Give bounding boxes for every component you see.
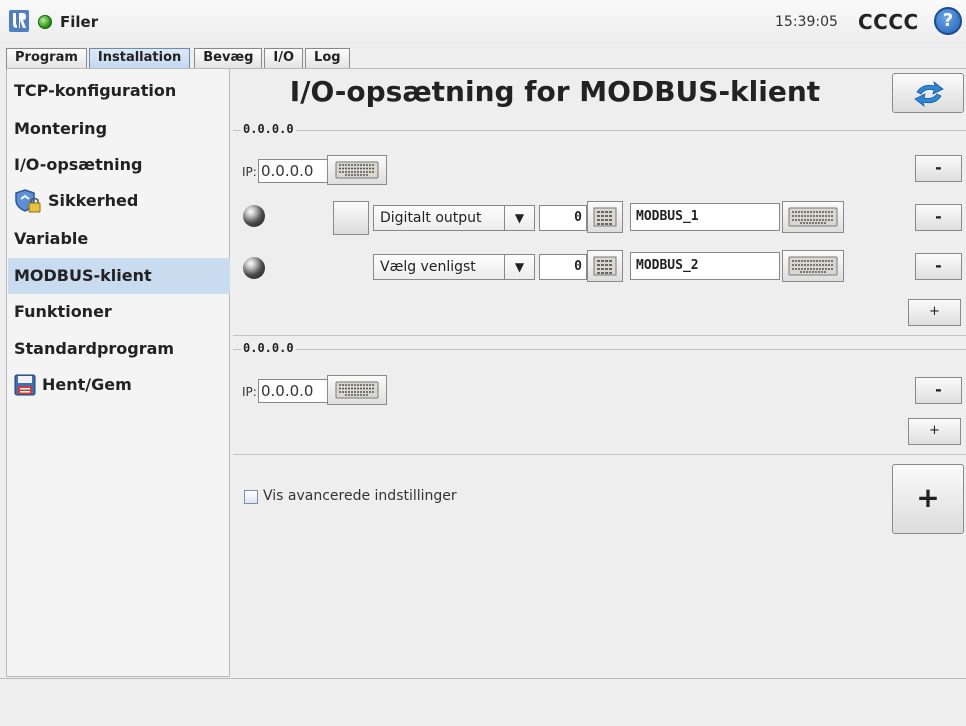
remove-unit-button[interactable]: - — [915, 377, 962, 404]
sidebar-item-modbus[interactable]: MODBUS-klient — [8, 258, 230, 294]
advanced-settings-checkbox[interactable] — [244, 490, 258, 504]
sidebar-item-default-program[interactable]: Standardprogram — [8, 331, 230, 367]
unit-legend: 0.0.0.0 — [241, 341, 296, 355]
sidebar-item-io-setup[interactable]: I/O-opsætning — [8, 147, 230, 183]
tab-program[interactable]: Program — [6, 48, 87, 68]
shield-lock-icon — [15, 189, 41, 213]
sidebar-item-label: Sikkerhed — [48, 191, 139, 210]
robot-name: CCCC — [858, 10, 919, 34]
ip-label: IP: — [242, 165, 257, 179]
sidebar-item-load-save[interactable]: Hent/Gem — [8, 367, 230, 403]
sidebar-item-label: Montering — [14, 119, 108, 138]
modbus-unit-1: 0.0.0.0 IP: 0.0.0.0 - Digitalt output ▼ … — [233, 122, 966, 336]
signal-type-value: Vælg venligst — [380, 259, 476, 275]
sidebar-item-label: Funktioner — [14, 302, 112, 321]
signal-address-input[interactable]: 0 — [539, 205, 587, 231]
sidebar-item-safety[interactable]: Sikkerhed — [8, 183, 230, 219]
page-title: I/O-opsætning for MODBUS-klient — [289, 75, 821, 108]
signal-name-input[interactable]: MODBUS_1 — [630, 203, 780, 231]
address-keypad-button[interactable] — [587, 250, 623, 282]
ip-keyboard-button[interactable] — [327, 155, 387, 185]
signal-status-led-icon — [243, 257, 265, 279]
ur-logo-icon — [9, 10, 29, 32]
installation-sidebar: TCP-konfiguration Montering I/O-opsætnin… — [6, 68, 230, 677]
sidebar-item-variables[interactable]: Variable — [8, 221, 230, 257]
app-window: Filer 15:39:05 CCCC ? Program Installati… — [0, 0, 966, 726]
remove-unit-button[interactable]: - — [915, 155, 962, 182]
sidebar-item-label: Hent/Gem — [42, 375, 132, 394]
keypad-icon — [593, 256, 617, 276]
remove-signal-button[interactable]: - — [915, 253, 962, 280]
file-menu[interactable]: Filer — [60, 13, 98, 31]
sidebar-item-label: Standardprogram — [14, 339, 175, 358]
keyboard-icon — [788, 207, 838, 227]
help-icon[interactable]: ? — [934, 7, 962, 35]
address-keypad-button[interactable] — [587, 201, 623, 233]
signal-type-select[interactable]: Digitalt output ▼ — [373, 205, 535, 231]
name-keyboard-button[interactable] — [782, 201, 844, 233]
main-panel: I/O-opsætning for MODBUS-klient 0.0.0.0 … — [230, 68, 966, 677]
chevron-down-icon: ▼ — [504, 206, 534, 230]
keyboard-icon — [335, 381, 379, 399]
status-indicator-icon — [38, 15, 52, 29]
keyboard-icon — [788, 256, 838, 276]
tab-move[interactable]: Bevæg — [194, 48, 263, 68]
footer-bar — [0, 678, 966, 726]
add-signal-button[interactable]: + — [908, 299, 961, 326]
name-keyboard-button[interactable] — [782, 250, 844, 282]
floppy-disk-icon — [14, 374, 36, 396]
add-unit-button[interactable]: + — [892, 464, 964, 534]
keypad-icon — [593, 207, 617, 227]
sidebar-item-mounting[interactable]: Montering — [8, 111, 230, 147]
sidebar-item-label: I/O-opsætning — [14, 155, 143, 174]
ip-label: IP: — [242, 385, 257, 399]
sidebar-item-tcp[interactable]: TCP-konfiguration — [8, 73, 230, 109]
tab-log[interactable]: Log — [305, 48, 350, 68]
remove-signal-button[interactable]: - — [915, 204, 962, 231]
clock: 15:39:05 — [775, 14, 838, 30]
sidebar-item-label: TCP-konfiguration — [14, 81, 177, 100]
top-bar: Filer 15:39:05 CCCC ? — [0, 0, 966, 44]
advanced-settings-label[interactable]: Vis avancerede indstillinger — [263, 488, 457, 504]
tab-io[interactable]: I/O — [264, 48, 304, 68]
signal-toggle-button[interactable] — [333, 201, 369, 235]
keyboard-icon — [335, 161, 379, 179]
sidebar-item-label: MODBUS-klient — [14, 266, 152, 285]
signal-name-input[interactable]: MODBUS_2 — [630, 252, 780, 280]
signal-type-select[interactable]: Vælg venligst ▼ — [373, 254, 535, 280]
ip-keyboard-button[interactable] — [327, 375, 387, 405]
signal-type-value: Digitalt output — [380, 210, 482, 226]
chevron-down-icon: ▼ — [504, 255, 534, 279]
unit-legend: 0.0.0.0 — [241, 122, 296, 136]
sidebar-item-label: Variable — [14, 229, 89, 248]
ip-input[interactable]: 0.0.0.0 — [258, 379, 336, 403]
ip-input[interactable]: 0.0.0.0 — [258, 159, 336, 183]
refresh-button[interactable] — [892, 73, 964, 113]
modbus-unit-2: 0.0.0.0 IP: 0.0.0.0 - + — [233, 341, 966, 455]
refresh-icon — [914, 80, 944, 108]
sidebar-item-features[interactable]: Funktioner — [8, 294, 230, 330]
tab-bar: Program Installation Bevæg I/O Log — [6, 48, 352, 68]
add-signal-button[interactable]: + — [908, 418, 961, 445]
tab-installation[interactable]: Installation — [88, 48, 191, 68]
signal-address-input[interactable]: 0 — [539, 254, 587, 280]
signal-status-led-icon — [243, 205, 265, 227]
